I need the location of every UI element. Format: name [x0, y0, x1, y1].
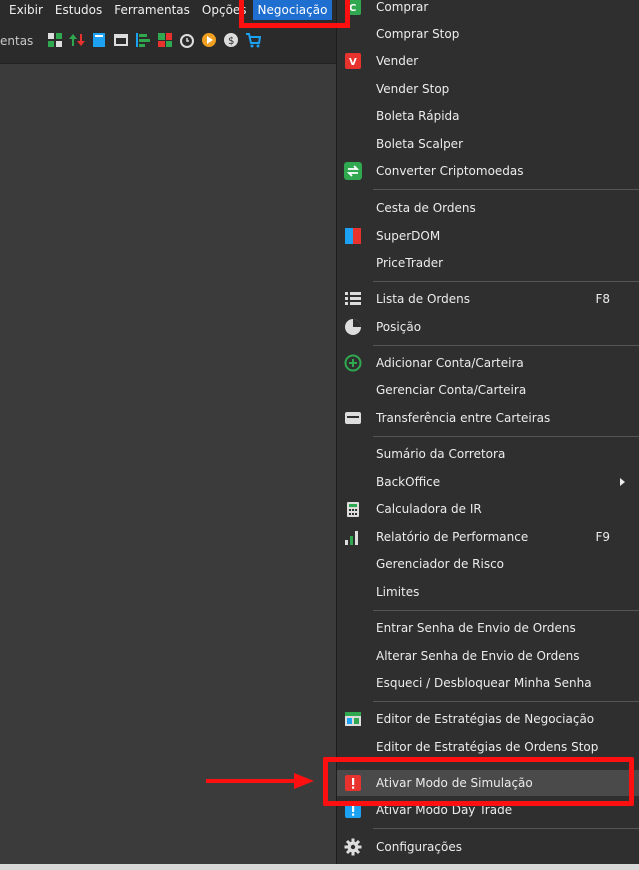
window-icon[interactable]	[112, 31, 130, 49]
menu-item-label: Gerenciar Conta/Carteira	[376, 383, 527, 397]
menu-item-vender[interactable]: V Vender	[337, 48, 639, 74]
toolbar-label: entas	[0, 34, 34, 48]
menu-item-boleta-scalper[interactable]: Boleta Scalper	[337, 131, 639, 157]
menu-item-boleta-rapida[interactable]: Boleta Rápida	[337, 103, 639, 129]
annotation-arrow-head-icon	[294, 773, 314, 789]
menu-item-limites[interactable]: Limites	[337, 579, 639, 605]
pie-chart-icon	[344, 318, 362, 336]
menu-item-label: Transferência entre Carteiras	[376, 411, 551, 425]
toolbar-icons: $	[46, 31, 262, 49]
menu-item-esqueci-senha[interactable]: Esqueci / Desbloquear Minha Senha	[337, 670, 639, 696]
svg-text:C: C	[349, 3, 356, 14]
menu-item-vender-stop[interactable]: Vender Stop	[337, 76, 639, 102]
bar-chart-icon	[344, 528, 362, 546]
menu-separator	[373, 828, 639, 829]
annotation-arrow-line	[206, 779, 296, 783]
menu-separator	[373, 610, 639, 611]
menu-separator	[373, 281, 639, 282]
cart-icon[interactable]	[244, 31, 262, 49]
menu-item-label: Posição	[376, 320, 422, 334]
menu-item-label: Esqueci / Desbloquear Minha Senha	[376, 676, 592, 690]
calculator-icon	[344, 500, 362, 518]
menu-item-label: SuperDOM	[376, 229, 441, 243]
menu-item-label: Entrar Senha de Envio de Ordens	[376, 621, 576, 635]
menu-item-label: PriceTrader	[376, 256, 444, 270]
menu-item-alterar-senha[interactable]: Alterar Senha de Envio de Ordens	[337, 643, 639, 669]
menu-item-relatorio-performance[interactable]: Relatório de Performance F9	[337, 524, 639, 550]
menu-item-configuracoes[interactable]: Configurações	[337, 834, 639, 860]
menu-item-label: Cesta de Ordens	[376, 201, 476, 215]
menu-item-backoffice[interactable]: BackOffice	[337, 469, 639, 495]
arrows-updown-icon[interactable]	[68, 31, 86, 49]
menu-item-label: Converter Criptomoedas	[376, 164, 524, 178]
svg-text:V: V	[349, 57, 357, 68]
menu-ferramentas[interactable]: Ferramentas	[108, 0, 196, 20]
menu-item-label: Relatório de Performance	[376, 530, 529, 544]
add-circle-icon	[344, 354, 362, 372]
list-icon	[344, 290, 362, 308]
convert-icon	[344, 162, 362, 180]
menu-item-label: Sumário da Corretora	[376, 447, 506, 461]
menu-item-label: Lista de Ordens	[376, 292, 470, 306]
highlight-box-simulacao	[323, 757, 634, 806]
submenu-arrow-icon	[620, 478, 625, 486]
menu-item-superdom[interactable]: SuperDOM	[337, 223, 639, 249]
svg-text:$: $	[228, 36, 234, 47]
strategy-editor-icon	[344, 710, 362, 728]
superdom-icon	[344, 227, 362, 245]
negociacao-dropdown: C Comprar Comprar Stop V Vender Vender S…	[336, 0, 639, 864]
menu-item-label: Editor de Estratégias de Negociação	[376, 712, 595, 726]
menu-separator	[373, 189, 639, 190]
menu-item-label: BackOffice	[376, 475, 441, 489]
menu-item-label: Boleta Rápida	[376, 109, 460, 123]
menu-item-transferencia[interactable]: Transferência entre Carteiras	[337, 405, 639, 431]
menu-item-comprar[interactable]: C Comprar	[337, 0, 639, 20]
gear-icon	[344, 838, 362, 856]
menu-item-editor-estrategias[interactable]: Editor de Estratégias de Negociação	[337, 706, 639, 732]
menu-item-label: Comprar Stop	[376, 27, 460, 41]
menu-item-pricetrader[interactable]: PriceTrader	[337, 250, 639, 276]
menu-item-sumario-corretora[interactable]: Sumário da Corretora	[337, 441, 639, 467]
coin-icon[interactable]: $	[222, 31, 240, 49]
menu-item-comprar-stop[interactable]: Comprar Stop	[337, 21, 639, 47]
menu-item-adicionar-conta[interactable]: Adicionar Conta/Carteira	[337, 350, 639, 376]
menu-exibir[interactable]: Exibir	[0, 0, 49, 20]
menu-separator	[373, 701, 639, 702]
menu-item-label: Comprar	[376, 0, 429, 14]
grid-icon[interactable]	[156, 31, 174, 49]
shortcut-label: F8	[595, 292, 610, 306]
menu-item-cesta-ordens[interactable]: Cesta de Ordens	[337, 195, 639, 221]
menu-item-entrar-senha[interactable]: Entrar Senha de Envio de Ordens	[337, 615, 639, 641]
menu-item-label: Vender Stop	[376, 82, 450, 96]
menu-item-label: Configurações	[376, 840, 462, 854]
sell-icon: V	[344, 52, 362, 70]
layout-icon[interactable]	[46, 31, 64, 49]
menu-item-calculadora-ir[interactable]: Calculadora de IR	[337, 496, 639, 522]
alarm-icon[interactable]	[178, 31, 196, 49]
app-window: Exibir Estudos Ferramentas Opções Negoci…	[0, 0, 639, 870]
book-icon[interactable]	[90, 31, 108, 49]
menu-item-posicao[interactable]: Posição	[337, 314, 639, 340]
menu-item-converter-cripto[interactable]: Converter Criptomoedas	[337, 158, 639, 184]
menu-item-gerenciador-risco[interactable]: Gerenciador de Risco	[337, 551, 639, 577]
ladder-icon[interactable]	[134, 31, 152, 49]
menu-item-lista-ordens[interactable]: Lista de Ordens F8	[337, 286, 639, 312]
menu-item-label: Limites	[376, 585, 420, 599]
status-strip	[0, 864, 639, 870]
menu-estudos[interactable]: Estudos	[49, 0, 108, 20]
menu-separator	[373, 436, 639, 437]
menu-item-label: Calculadora de IR	[376, 502, 482, 516]
replay-icon[interactable]	[200, 31, 218, 49]
highlight-box-negociacao	[239, 0, 350, 28]
menu-item-label: Gerenciador de Risco	[376, 557, 505, 571]
menu-item-gerenciar-conta[interactable]: Gerenciar Conta/Carteira	[337, 377, 639, 403]
menu-item-label: Vender	[376, 54, 419, 68]
menu-item-label: Adicionar Conta/Carteira	[376, 356, 524, 370]
shortcut-label: F9	[595, 530, 610, 544]
menu-item-label: Boleta Scalper	[376, 137, 463, 151]
wallet-icon	[344, 409, 362, 427]
menu-separator	[373, 345, 639, 346]
menu-item-label: Alterar Senha de Envio de Ordens	[376, 649, 580, 663]
